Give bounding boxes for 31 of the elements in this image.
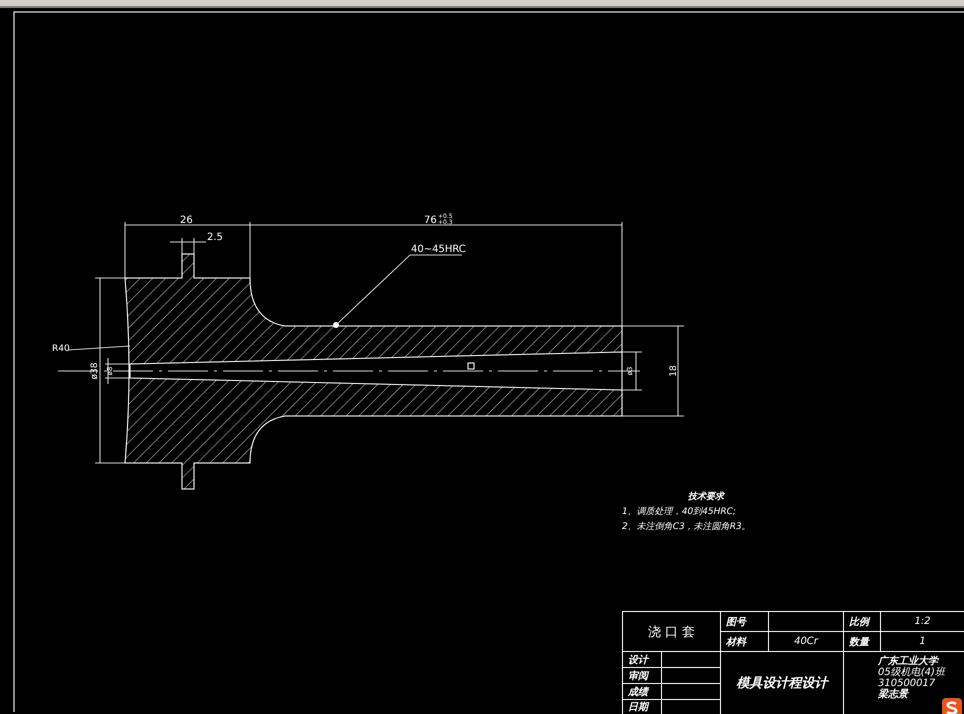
school-info: 广东工业大学: [878, 656, 939, 667]
sign-label: 成绩: [623, 684, 662, 700]
point-marker-icon: [468, 362, 474, 370]
part-name: 浇 口 套: [623, 612, 721, 652]
sign-label: 设计: [623, 652, 662, 668]
field-label: 数量: [844, 632, 881, 652]
notes-title: 技术要求: [687, 490, 726, 503]
sign-label: 日期: [623, 700, 662, 714]
sign-value: [662, 668, 721, 684]
school-info: 梁志景: [878, 689, 910, 700]
dimension-text: 26: [180, 215, 193, 226]
ime-logo-icon: [942, 698, 962, 714]
dimension-text: 2.5: [207, 232, 223, 243]
sign-label: 审阅: [623, 668, 662, 684]
school-info: 310500017: [878, 678, 936, 689]
field-label: 图号: [721, 612, 769, 632]
field-label: 材料: [721, 632, 769, 652]
quantity-value: 1: [881, 632, 964, 652]
dimension-text: R40: [52, 344, 70, 354]
note-line: 2、未注倒角C3，未注圆角R3。: [622, 520, 751, 533]
dimension-text: 18: [669, 365, 679, 377]
dimension-text: ø38: [90, 362, 100, 380]
hardness-note: 40~45HRC: [411, 244, 466, 255]
sign-value: [662, 684, 721, 700]
sign-value: [662, 652, 721, 668]
course-title: 模具设计程设计: [721, 652, 844, 714]
school-info: 05级机电(4)班: [878, 667, 947, 678]
field-label: 比例: [844, 612, 881, 632]
material-value: 40Cr: [769, 632, 844, 652]
scale-value: 1:2: [881, 612, 964, 632]
note-line: 1、调质处理，40到45HRC;: [622, 506, 737, 518]
